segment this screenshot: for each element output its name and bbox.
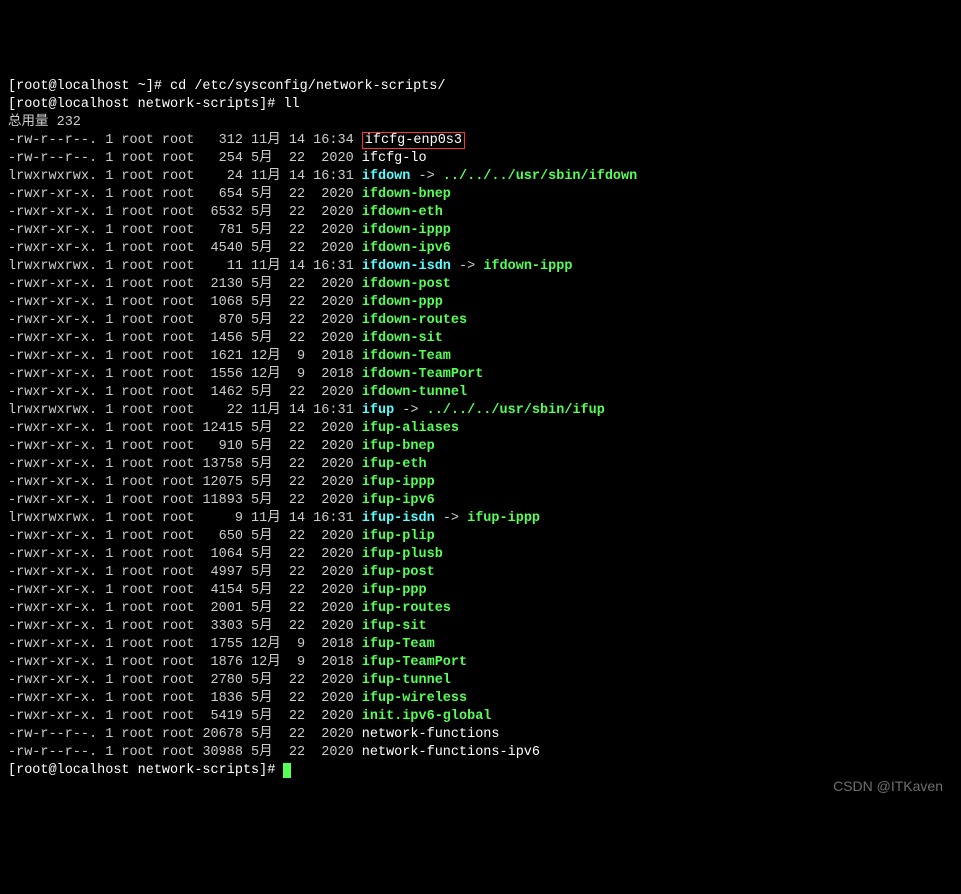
file-permissions: -rwxr-xr-x. xyxy=(8,205,97,220)
file-permissions: lrwxrwxrwx. xyxy=(8,403,97,418)
symlink-target: ../../../usr/sbin/ifup xyxy=(427,403,605,418)
file-name: ifup-ipv6 xyxy=(362,493,435,508)
file-permissions: -rwxr-xr-x. xyxy=(8,241,97,256)
file-permissions: -rwxr-xr-x. xyxy=(8,313,97,328)
file-name: ifup-ppp xyxy=(362,583,427,598)
file-permissions: -rwxr-xr-x. xyxy=(8,439,97,454)
file-permissions: -rwxr-xr-x. xyxy=(8,187,97,202)
symlink-target: ifdown-ippp xyxy=(483,259,572,274)
file-name: ifdown-post xyxy=(362,277,451,292)
file-name: ifup xyxy=(362,403,394,418)
file-name: ifdown-tunnel xyxy=(362,385,467,400)
file-name: ifdown-sit xyxy=(362,331,443,346)
file-permissions: lrwxrwxrwx. xyxy=(8,259,97,274)
command-text: cd /etc/sysconfig/network-scripts/ xyxy=(170,79,445,94)
file-permissions: -rwxr-xr-x. xyxy=(8,385,97,400)
file-name: ifdown xyxy=(362,169,411,184)
file-name: ifdown-TeamPort xyxy=(362,367,484,382)
cursor-icon xyxy=(283,763,291,778)
file-permissions: -rwxr-xr-x. xyxy=(8,583,97,598)
file-permissions: lrwxrwxrwx. xyxy=(8,511,97,526)
file-name: ifdown-Team xyxy=(362,349,451,364)
symlink-arrow: -> xyxy=(435,511,467,526)
file-name: ifdown-routes xyxy=(362,313,467,328)
file-name: ifup-tunnel xyxy=(362,673,451,688)
file-permissions: -rwxr-xr-x. xyxy=(8,295,97,310)
file-permissions: -rwxr-xr-x. xyxy=(8,565,97,580)
file-permissions: -rwxr-xr-x. xyxy=(8,223,97,238)
file-name: ifdown-bnep xyxy=(362,187,451,202)
file-name: ifdown-eth xyxy=(362,205,443,220)
file-permissions: -rw-r--r--. xyxy=(8,133,97,148)
file-name: init.ipv6-global xyxy=(362,709,492,724)
file-name: network-functions-ipv6 xyxy=(362,745,540,760)
file-name: network-functions xyxy=(362,727,500,742)
symlink-target: ../../../usr/sbin/ifdown xyxy=(443,169,637,184)
file-permissions: -rwxr-xr-x. xyxy=(8,457,97,472)
file-permissions: -rwxr-xr-x. xyxy=(8,547,97,562)
symlink-arrow: -> xyxy=(394,403,426,418)
shell-prompt: [root@localhost network-scripts]# xyxy=(8,97,283,112)
file-name: ifup-eth xyxy=(362,457,427,472)
file-name: ifup-aliases xyxy=(362,421,459,436)
total-line: 总用量 232 xyxy=(8,115,81,130)
file-permissions: -rwxr-xr-x. xyxy=(8,493,97,508)
csdn-watermark: CSDN @ITKaven xyxy=(833,777,943,795)
shell-prompt: [root@localhost network-scripts]# xyxy=(8,763,283,778)
file-permissions: -rw-r--r--. xyxy=(8,745,97,760)
file-permissions: -rwxr-xr-x. xyxy=(8,601,97,616)
file-name: ifup-sit xyxy=(362,619,427,634)
file-name: ifcfg-lo xyxy=(362,151,427,166)
symlink-arrow: -> xyxy=(410,169,442,184)
file-name: ifup-Team xyxy=(362,637,435,652)
file-permissions: -rwxr-xr-x. xyxy=(8,529,97,544)
file-permissions: -rwxr-xr-x. xyxy=(8,331,97,346)
file-name: ifup-isdn xyxy=(362,511,435,526)
file-permissions: -rw-r--r--. xyxy=(8,727,97,742)
file-permissions: -rwxr-xr-x. xyxy=(8,475,97,490)
file-name: ifdown-ipv6 xyxy=(362,241,451,256)
command-text: ll xyxy=(283,97,299,112)
file-permissions: lrwxrwxrwx. xyxy=(8,169,97,184)
symlink-target: ifup-ippp xyxy=(467,511,540,526)
file-name: ifup-TeamPort xyxy=(362,655,467,670)
file-permissions: -rwxr-xr-x. xyxy=(8,349,97,364)
file-permissions: -rwxr-xr-x. xyxy=(8,421,97,436)
terminal-output[interactable]: [root@localhost ~]# cd /etc/sysconfig/ne… xyxy=(8,78,953,780)
file-name: ifdown-ppp xyxy=(362,295,443,310)
file-permissions: -rwxr-xr-x. xyxy=(8,709,97,724)
symlink-arrow: -> xyxy=(451,259,483,274)
file-permissions: -rwxr-xr-x. xyxy=(8,619,97,634)
file-permissions: -rwxr-xr-x. xyxy=(8,673,97,688)
file-name: ifup-plip xyxy=(362,529,435,544)
file-name: ifdown-ippp xyxy=(362,223,451,238)
file-name: ifup-ippp xyxy=(362,475,435,490)
file-name: ifup-post xyxy=(362,565,435,580)
file-name: ifup-bnep xyxy=(362,439,435,454)
file-name: ifup-routes xyxy=(362,601,451,616)
file-permissions: -rw-r--r--. xyxy=(8,151,97,166)
file-name: ifup-wireless xyxy=(362,691,467,706)
file-permissions: -rwxr-xr-x. xyxy=(8,277,97,292)
highlighted-file: ifcfg-enp0s3 xyxy=(362,132,465,149)
file-permissions: -rwxr-xr-x. xyxy=(8,655,97,670)
file-name: ifcfg-enp0s3 xyxy=(365,133,462,148)
file-permissions: -rwxr-xr-x. xyxy=(8,367,97,382)
file-name: ifup-plusb xyxy=(362,547,443,562)
file-permissions: -rwxr-xr-x. xyxy=(8,637,97,652)
file-name: ifdown-isdn xyxy=(362,259,451,274)
file-permissions: -rwxr-xr-x. xyxy=(8,691,97,706)
shell-prompt: [root@localhost ~]# xyxy=(8,79,170,94)
